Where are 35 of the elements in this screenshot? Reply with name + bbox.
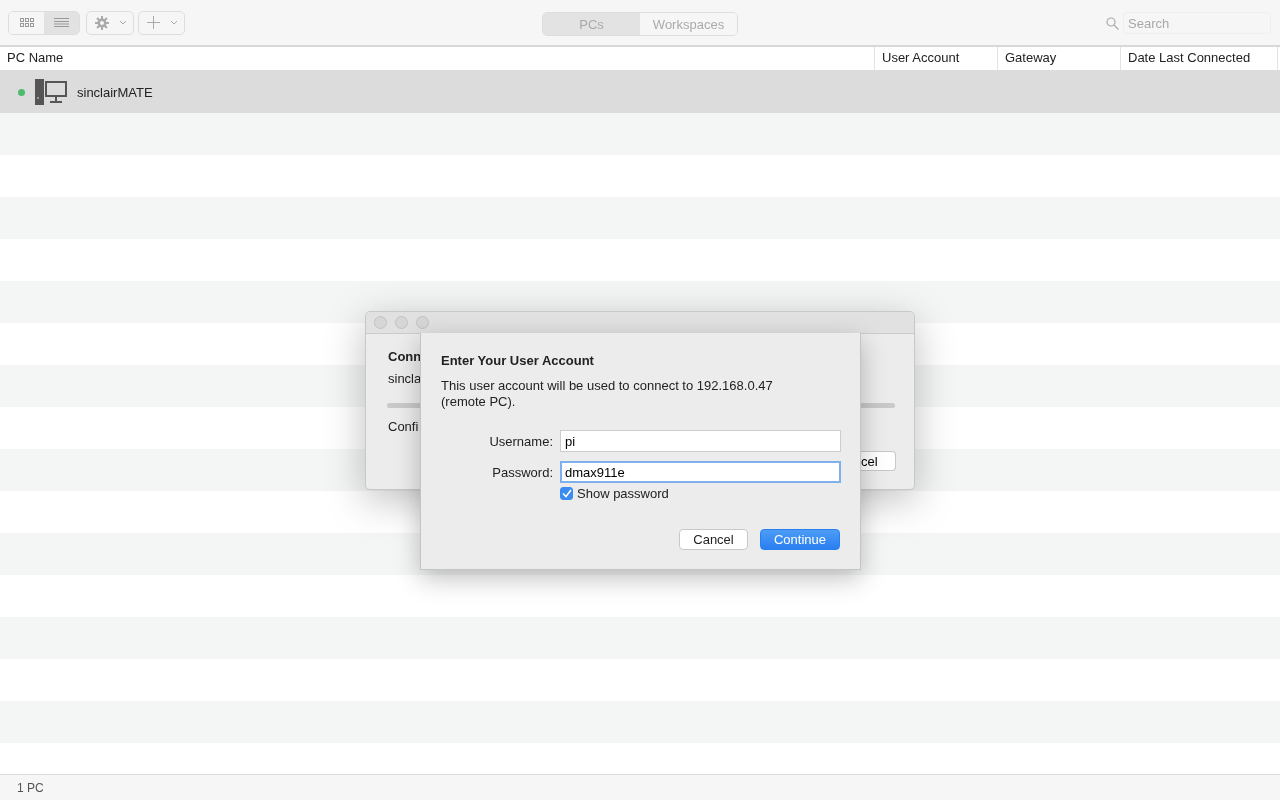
plus-icon — [147, 16, 160, 29]
pc-name: sinclairMATE — [77, 84, 153, 100]
dialog-text: sincla — [388, 371, 422, 386]
chevron-down-icon — [119, 20, 127, 25]
status-text: Confi — [388, 419, 419, 434]
search-field[interactable]: Search — [1123, 12, 1271, 34]
input-field[interactable]: dmax911e — [560, 461, 841, 483]
cancel-button[interactable]: Cancel — [679, 529, 748, 550]
field-label: Username: — [488, 433, 553, 449]
column-header[interactable]: Date Last Connected — [1121, 47, 1278, 70]
checkbox-label: Show password — [577, 486, 669, 501]
dialog-title: Conn — [388, 349, 422, 364]
field-label: Password: — [491, 464, 553, 480]
add-menu-button[interactable] — [138, 10, 185, 35]
grid-icon — [19, 18, 34, 27]
sheet-message: This user account will be used to connect to 192.168.0.47 (remote PC). — [441, 378, 774, 410]
minimize-window-button[interactable] — [395, 316, 408, 329]
column-header[interactable]: PC Name — [0, 47, 875, 70]
close-window-button[interactable] — [374, 316, 387, 329]
settings-icon — [95, 15, 109, 30]
chevron-down-icon — [170, 20, 178, 25]
cancel-button[interactable]: cel — [861, 451, 896, 471]
list-view-button[interactable] — [44, 11, 79, 34]
computer-icon — [35, 79, 67, 105]
column-header[interactable]: User Account — [875, 47, 998, 70]
column-header[interactable]: Gateway — [998, 47, 1121, 70]
table-row[interactable]: sinclairMATE — [0, 71, 1280, 113]
checkbox[interactable] — [560, 487, 573, 500]
list-icon — [54, 18, 69, 27]
input-field[interactable]: pi — [560, 430, 841, 452]
settings-menu-button[interactable] — [86, 10, 134, 35]
sheet-title: Enter Your User Account — [441, 353, 595, 368]
zoom-window-button[interactable] — [416, 316, 429, 329]
search-icon — [1106, 16, 1119, 30]
status-text: 1 PC — [17, 780, 44, 795]
